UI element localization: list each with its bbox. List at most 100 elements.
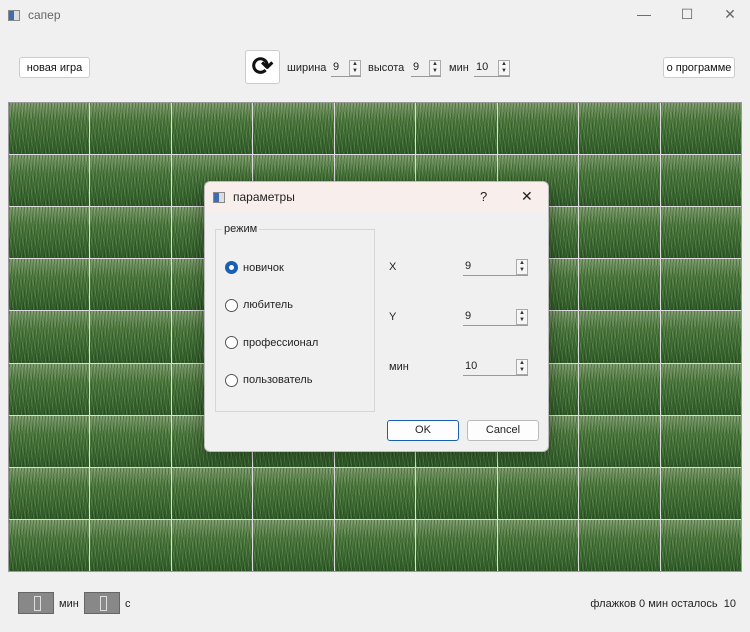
board-cell[interactable] <box>660 311 741 363</box>
board-cell[interactable] <box>660 363 741 415</box>
new-game-button[interactable]: новая игра <box>19 57 90 78</box>
mode-group-title: режим <box>222 223 260 235</box>
board-cell[interactable] <box>579 155 660 207</box>
field-value: 9 <box>465 260 472 272</box>
about-button[interactable]: о программе <box>663 57 735 78</box>
mode-label: любитель <box>243 299 293 311</box>
board-cell[interactable] <box>171 467 253 519</box>
board-cell[interactable] <box>90 207 171 259</box>
spin-arrows-icon[interactable]: ▲ ▼ <box>349 60 361 76</box>
maximize-icon[interactable]: ☐ <box>677 6 697 24</box>
mode-label: новичок <box>243 261 284 274</box>
board-cell[interactable] <box>9 467 90 519</box>
board-cell[interactable] <box>9 207 90 259</box>
width-spinbox[interactable]: 9 ▲ ▼ <box>331 59 361 77</box>
field-label: мин <box>389 361 409 373</box>
field-label: X <box>389 261 397 273</box>
board-cell[interactable] <box>253 519 334 571</box>
mines-left-label: мин осталось <box>648 598 718 610</box>
board-cell[interactable] <box>579 311 660 363</box>
minimize-icon[interactable]: — <box>634 6 654 24</box>
flags-label: флажков <box>590 598 636 610</box>
radio-icon[interactable] <box>225 373 238 387</box>
mode-radio[interactable]: пользователь <box>225 373 312 387</box>
app-icon <box>8 9 20 21</box>
mines-spinbox[interactable]: 10 ▲ ▼ <box>474 59 510 77</box>
mode-radio[interactable]: любитель <box>225 298 293 312</box>
board-cell[interactable] <box>90 259 171 311</box>
spin-arrows-icon[interactable]: ▲ ▼ <box>498 60 510 76</box>
refresh-button[interactable]: ⟳ <box>245 50 280 84</box>
board-cell[interactable] <box>579 467 660 519</box>
board-cell[interactable] <box>660 155 741 207</box>
field-value: 9 <box>465 310 472 322</box>
radio-icon[interactable] <box>225 336 238 349</box>
board-cell[interactable] <box>579 207 660 259</box>
board-cell[interactable] <box>9 155 90 207</box>
ok-button[interactable]: OK <box>387 420 459 441</box>
board-cell[interactable] <box>253 103 334 155</box>
board-cell[interactable] <box>579 415 660 467</box>
board-cell[interactable] <box>579 259 660 311</box>
mode-radio[interactable]: новичок <box>225 261 284 274</box>
spin-arrows-icon[interactable]: ▲ ▼ <box>429 60 441 76</box>
board-cell[interactable] <box>90 103 171 155</box>
help-icon[interactable]: ? <box>480 189 487 204</box>
board-cell[interactable] <box>416 103 497 155</box>
board-cell[interactable] <box>416 467 497 519</box>
board-cell[interactable] <box>416 519 497 571</box>
board-cell[interactable] <box>660 259 741 311</box>
dialog-close-icon[interactable]: ✕ <box>521 188 533 205</box>
minutes-label: мин <box>59 598 79 610</box>
board-cell[interactable] <box>90 467 171 519</box>
board-cell[interactable] <box>90 519 171 571</box>
board-cell[interactable] <box>9 519 90 571</box>
board-cell[interactable] <box>90 415 171 467</box>
board-cell[interactable] <box>660 103 741 155</box>
board-cell[interactable] <box>9 259 90 311</box>
board-cell[interactable] <box>90 155 171 207</box>
height-spinbox[interactable]: 9 ▲ ▼ <box>411 59 441 77</box>
board-cell[interactable] <box>9 415 90 467</box>
board-cell[interactable] <box>660 207 741 259</box>
board-cell[interactable] <box>171 519 253 571</box>
radio-icon[interactable] <box>225 261 238 274</box>
board-cell[interactable] <box>90 311 171 363</box>
board-cell[interactable] <box>497 519 579 571</box>
board-cell[interactable] <box>660 519 741 571</box>
cancel-button[interactable]: Cancel <box>467 420 539 441</box>
board-cell[interactable] <box>9 363 90 415</box>
field-spinbox[interactable]: 9 ▲ ▼ <box>463 308 528 326</box>
board-cell[interactable] <box>579 519 660 571</box>
refresh-icon: ⟳ <box>251 51 274 81</box>
field-spinbox[interactable]: 9 ▲ ▼ <box>463 258 528 276</box>
board-cell[interactable] <box>9 103 90 155</box>
close-icon[interactable]: ✕ <box>720 6 740 24</box>
board-cell[interactable] <box>497 103 579 155</box>
field-spinbox[interactable]: 10 ▲ ▼ <box>463 358 528 376</box>
board-cell[interactable] <box>579 103 660 155</box>
board-cell[interactable] <box>9 311 90 363</box>
mode-radio[interactable]: профессионал <box>225 336 318 349</box>
board-cell[interactable] <box>90 363 171 415</box>
mode-label: профессионал <box>243 336 319 349</box>
board-cell[interactable] <box>497 467 579 519</box>
board-cell[interactable] <box>660 415 741 467</box>
board-cell[interactable] <box>171 103 253 155</box>
spin-arrows-icon[interactable]: ▲ ▼ <box>516 259 528 275</box>
spin-arrows-icon[interactable]: ▲ ▼ <box>516 359 528 375</box>
board-cell[interactable] <box>253 467 334 519</box>
window-title: сапер <box>28 8 61 22</box>
status-counters: флажков 0 мин осталось 10 <box>590 598 736 610</box>
title-bar: сапер — ☐ ✕ <box>0 0 750 30</box>
height-value: 9 <box>413 61 420 73</box>
radio-icon[interactable] <box>225 298 238 312</box>
board-cell[interactable] <box>334 103 416 155</box>
board-cell[interactable] <box>334 519 416 571</box>
height-label: высота <box>368 62 405 74</box>
board-cell[interactable] <box>579 363 660 415</box>
board-cell[interactable] <box>334 467 416 519</box>
spin-arrows-icon[interactable]: ▲ ▼ <box>516 309 528 325</box>
board-cell[interactable] <box>660 467 741 519</box>
dialog-title: параметры <box>233 190 295 204</box>
